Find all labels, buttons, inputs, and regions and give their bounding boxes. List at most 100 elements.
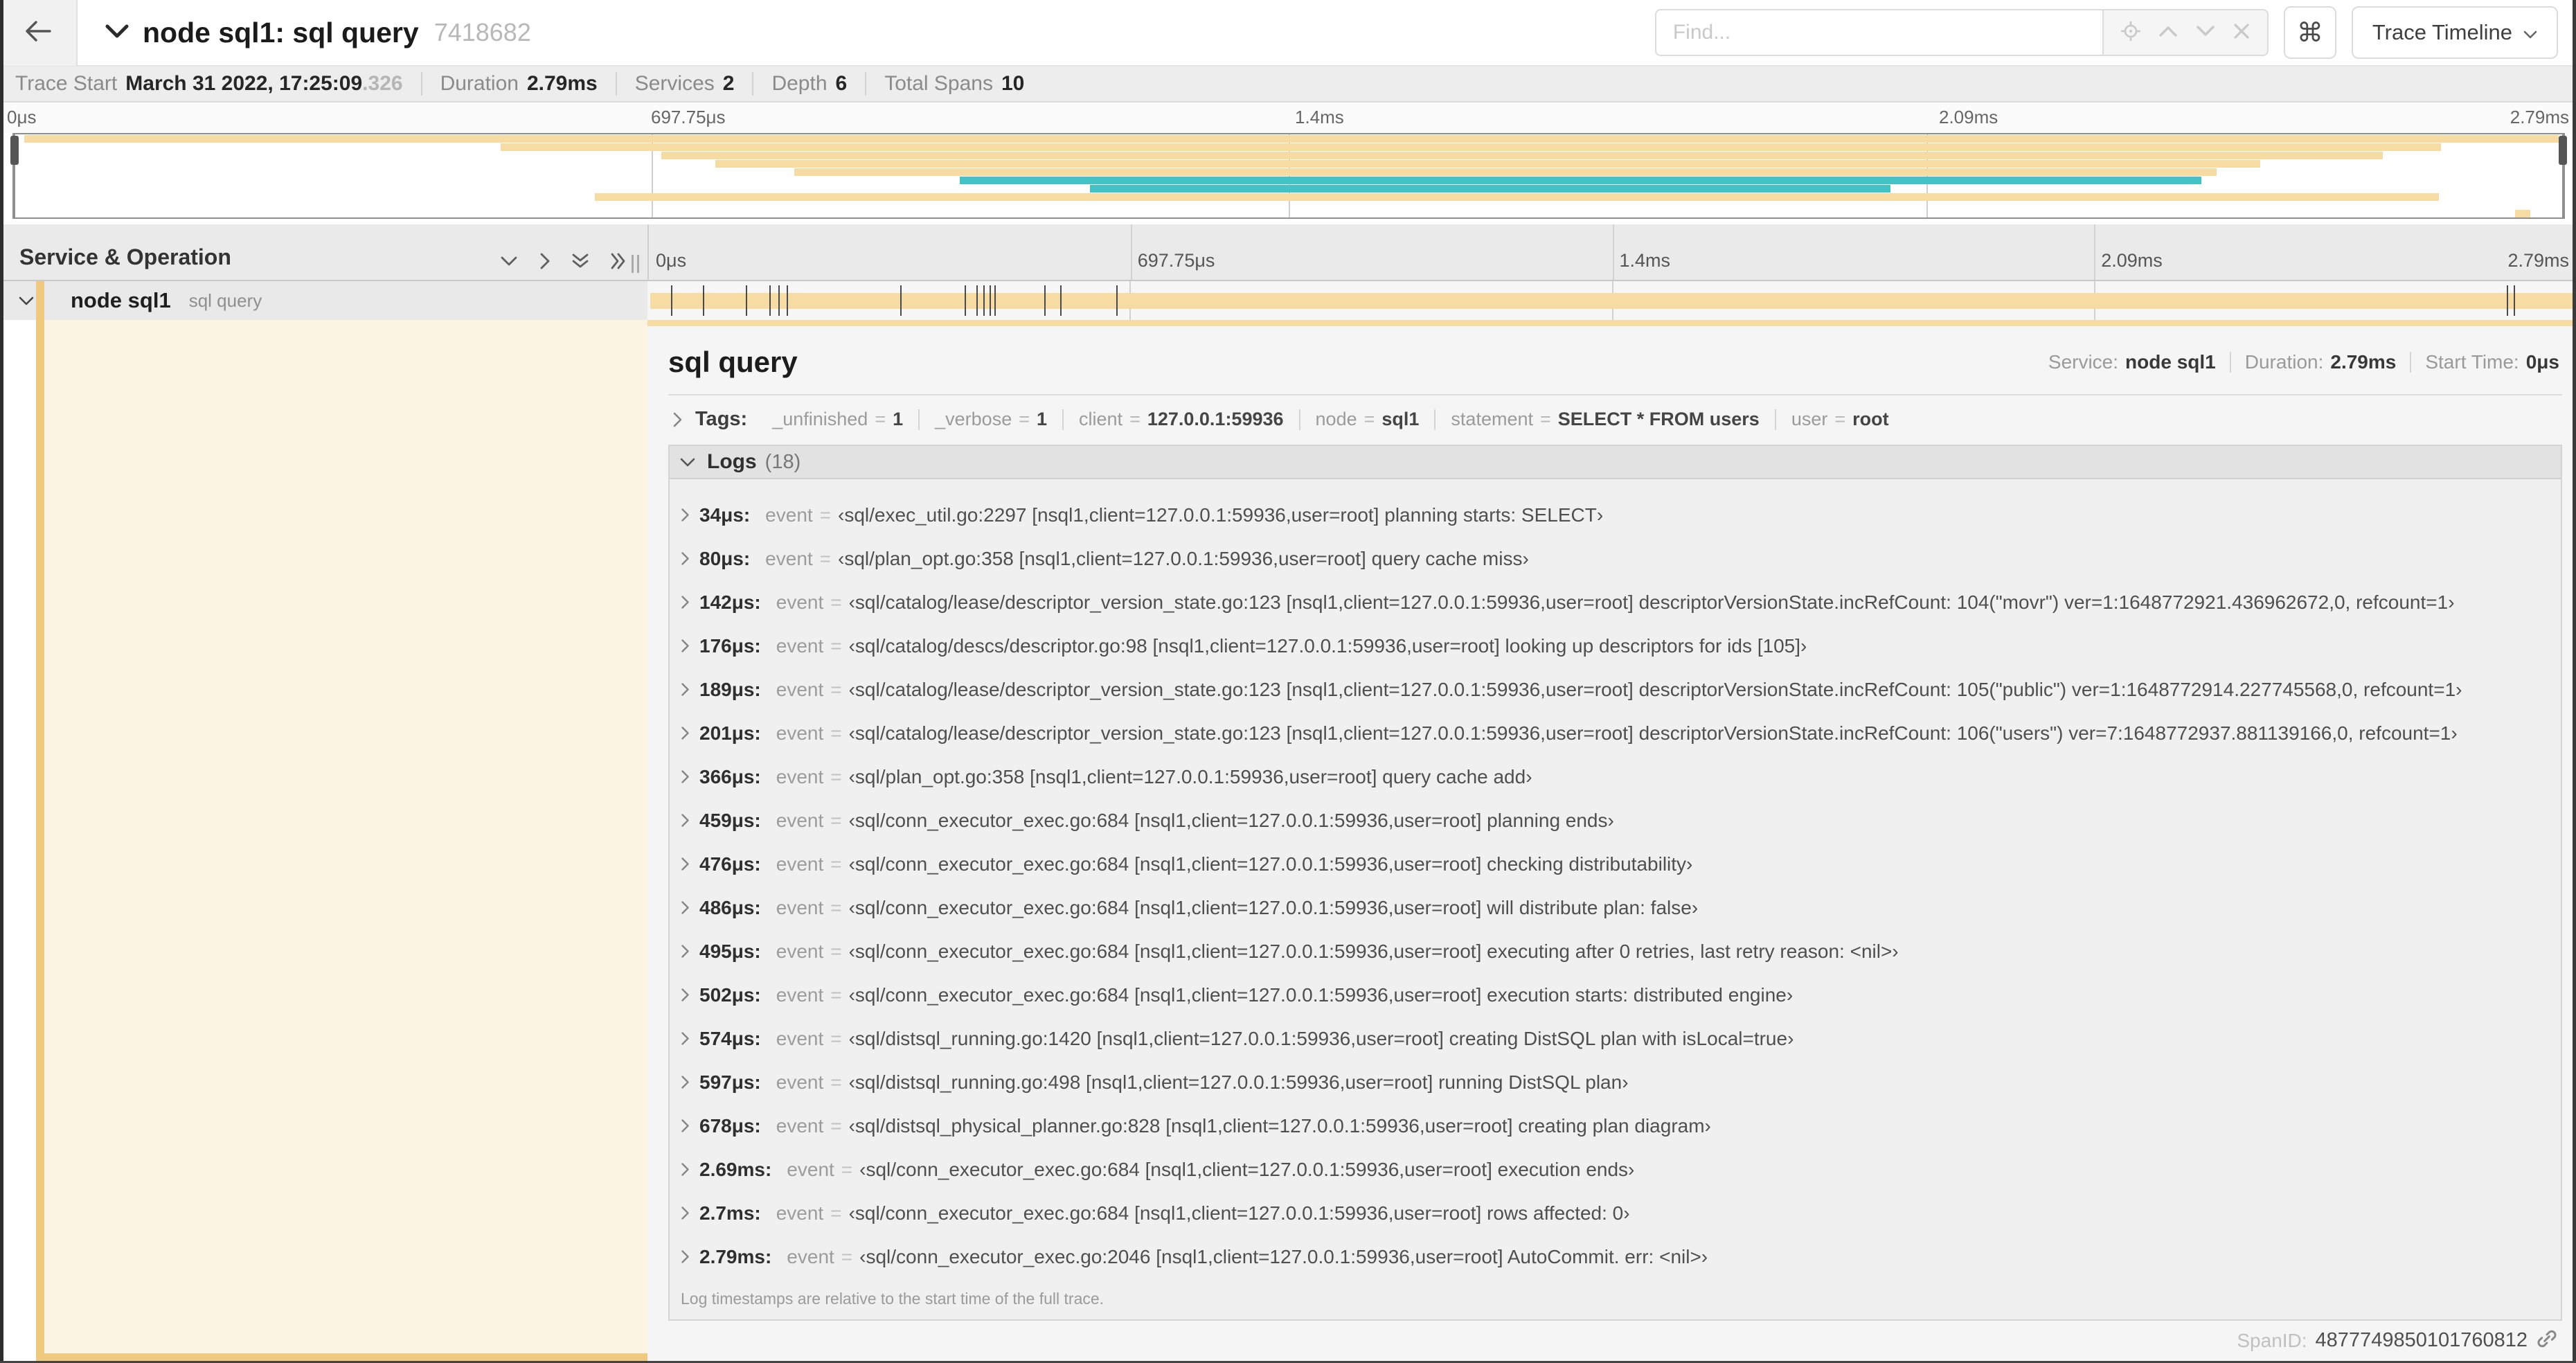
log-marker-tick	[786, 285, 788, 316]
log-field-key: event	[776, 1202, 824, 1224]
log-row[interactable]: 189μs: event = ‹sql/catalog/lease/descri…	[670, 668, 2561, 711]
axis-tick-label: 2.79ms	[2507, 250, 2569, 271]
clear-search-icon[interactable]	[2233, 22, 2251, 44]
log-expand-chevron-icon[interactable]	[681, 595, 690, 609]
log-equals: =	[830, 1202, 842, 1224]
log-expand-chevron-icon[interactable]	[681, 944, 690, 959]
log-timestamp: 678μs:	[699, 1114, 761, 1137]
find-input[interactable]	[1654, 9, 2104, 56]
log-equals: =	[830, 809, 842, 831]
log-field-key: event	[776, 634, 824, 657]
log-row[interactable]: 495μs: event = ‹sql/conn_executor_exec.g…	[670, 929, 2561, 973]
log-row[interactable]: 142μs: event = ‹sql/catalog/lease/descri…	[670, 580, 2561, 624]
log-field-value: ‹sql/conn_executor_exec.go:684 [nsql1,cl…	[848, 983, 1794, 1006]
viewport-right-scrubber[interactable]	[2559, 134, 2567, 217]
trace-summary-item: Services 2	[615, 72, 753, 96]
next-match-icon[interactable]	[2195, 24, 2216, 42]
log-row[interactable]: 597μs: event = ‹sql/distsql_running.go:4…	[670, 1060, 2561, 1104]
expand-one-icon[interactable]	[539, 252, 551, 270]
collapse-one-icon[interactable]	[500, 256, 518, 267]
page-title: node sql1: sql query	[143, 16, 419, 48]
log-timestamp: 2.79ms:	[699, 1245, 772, 1267]
span-duration-bar[interactable]	[650, 293, 2573, 309]
log-expand-chevron-icon[interactable]	[681, 1031, 690, 1046]
tags-row[interactable]: Tags: _unfinished = 1 _verbose = 1 clien…	[668, 408, 2562, 431]
log-row[interactable]: 2.79ms: event = ‹sql/conn_executor_exec.…	[670, 1235, 2561, 1279]
log-expand-chevron-icon[interactable]	[681, 639, 690, 653]
log-expand-chevron-icon[interactable]	[681, 988, 690, 1002]
log-marker-tick	[2514, 285, 2516, 316]
log-expand-chevron-icon[interactable]	[681, 682, 690, 697]
trace-minimap[interactable]	[10, 133, 2567, 219]
detail-meta-item: Duration: 2.79ms	[2229, 351, 2410, 373]
log-row[interactable]: 2.69ms: event = ‹sql/conn_executor_exec.…	[670, 1148, 2561, 1191]
meta-label: Duration:	[2244, 351, 2324, 373]
minimap-span-bar	[2515, 210, 2531, 217]
log-field-value: ‹sql/conn_executor_exec.go:684 [nsql1,cl…	[848, 853, 1693, 875]
right-scrubber-handle[interactable]	[2559, 136, 2567, 165]
title-wrap: node sql1: sql query 7418682	[105, 17, 531, 49]
log-expand-chevron-icon[interactable]	[681, 813, 690, 828]
info-label: Total Spans	[884, 72, 993, 95]
log-row[interactable]: 366μs: event = ‹sql/plan_opt.go:358 [nsq…	[670, 755, 2561, 799]
expand-all-icon[interactable]	[610, 252, 627, 270]
prev-match-icon[interactable]	[2158, 24, 2179, 42]
log-equals: =	[830, 678, 842, 700]
log-row[interactable]: 201μs: event = ‹sql/catalog/lease/descri…	[670, 711, 2561, 755]
log-row[interactable]: 678μs: event = ‹sql/distsql_physical_pla…	[670, 1104, 2561, 1148]
span-detail-title: sql query	[668, 346, 798, 378]
collapse-all-icon[interactable]	[571, 253, 589, 269]
deep-link-icon[interactable]	[2536, 1328, 2558, 1353]
log-row[interactable]: 502μs: event = ‹sql/conn_executor_exec.g…	[670, 973, 2561, 1017]
log-row[interactable]: 80μs: event = ‹sql/plan_opt.go:358 [nsql…	[670, 537, 2561, 580]
log-marker-tick	[745, 285, 747, 316]
span-row[interactable]: node sql1 sql query	[0, 281, 2576, 320]
log-field-value: ‹sql/distsql_running.go:1420 [nsql1,clie…	[848, 1027, 1794, 1049]
collapse-trace-chevron-icon[interactable]	[105, 24, 129, 42]
log-row[interactable]: 34μs: event = ‹sql/exec_util.go:2297 [ns…	[670, 493, 2561, 537]
column-resizer-handle[interactable]	[632, 255, 639, 273]
log-row[interactable]: 476μs: event = ‹sql/conn_executor_exec.g…	[670, 842, 2561, 886]
log-expand-chevron-icon[interactable]	[681, 1119, 690, 1133]
span-bar-cell[interactable]	[647, 281, 2576, 320]
back-button[interactable]	[0, 0, 78, 66]
log-row[interactable]: 2.7ms: event = ‹sql/conn_executor_exec.g…	[670, 1191, 2561, 1235]
log-expand-chevron-icon[interactable]	[681, 900, 690, 915]
log-field-value: ‹sql/plan_opt.go:358 [nsql1,client=127.0…	[848, 765, 1532, 787]
log-row[interactable]: 459μs: event = ‹sql/conn_executor_exec.g…	[670, 799, 2561, 842]
log-equals: =	[830, 1027, 842, 1049]
log-row[interactable]: 176μs: event = ‹sql/catalog/descs/descri…	[670, 624, 2561, 668]
axis-tick-label: 697.75μs	[1138, 250, 1215, 271]
log-expand-chevron-icon[interactable]	[681, 508, 690, 522]
tag-key: _verbose	[935, 409, 1012, 429]
span-name-cell[interactable]: node sql1 sql query	[0, 281, 647, 320]
keyboard-shortcuts-button[interactable]: ⌘	[2283, 6, 2336, 59]
log-expand-chevron-icon[interactable]	[681, 1249, 690, 1264]
logs-collapse-chevron-icon[interactable]	[679, 457, 696, 467]
left-scrubber-handle[interactable]	[10, 136, 19, 165]
log-timestamp: 476μs:	[699, 853, 761, 875]
log-row[interactable]: 574μs: event = ‹sql/distsql_running.go:1…	[670, 1017, 2561, 1060]
tags-expand-chevron-icon[interactable]	[672, 411, 683, 428]
log-expand-chevron-icon[interactable]	[681, 1075, 690, 1089]
info-suffix: .326	[362, 72, 403, 95]
trace-view-select[interactable]: Trace Timeline	[2351, 6, 2558, 59]
log-timestamp: 2.69ms:	[699, 1158, 772, 1180]
axis-tick-label: 0μs	[656, 250, 686, 271]
span-collapse-chevron-icon[interactable]	[18, 296, 35, 306]
tag-equals: =	[1539, 409, 1551, 429]
log-field-value: ‹sql/conn_executor_exec.go:684 [nsql1,cl…	[859, 1158, 1635, 1180]
logs-header[interactable]: Logs (18)	[670, 446, 2561, 479]
log-row[interactable]: 486μs: event = ‹sql/conn_executor_exec.g…	[670, 886, 2561, 929]
viewport-left-scrubber[interactable]	[10, 134, 19, 217]
log-expand-chevron-icon[interactable]	[681, 1206, 690, 1220]
match-locate-icon[interactable]	[2120, 21, 2141, 45]
log-expand-chevron-icon[interactable]	[681, 551, 690, 566]
log-equals: =	[830, 940, 842, 962]
log-expand-chevron-icon[interactable]	[681, 1162, 690, 1177]
axis-tick-label: 1.4ms	[1620, 250, 1671, 271]
log-expand-chevron-icon[interactable]	[681, 726, 690, 740]
log-expand-chevron-icon[interactable]	[681, 769, 690, 784]
log-expand-chevron-icon[interactable]	[681, 857, 690, 871]
chevron-down-icon	[2523, 20, 2537, 45]
